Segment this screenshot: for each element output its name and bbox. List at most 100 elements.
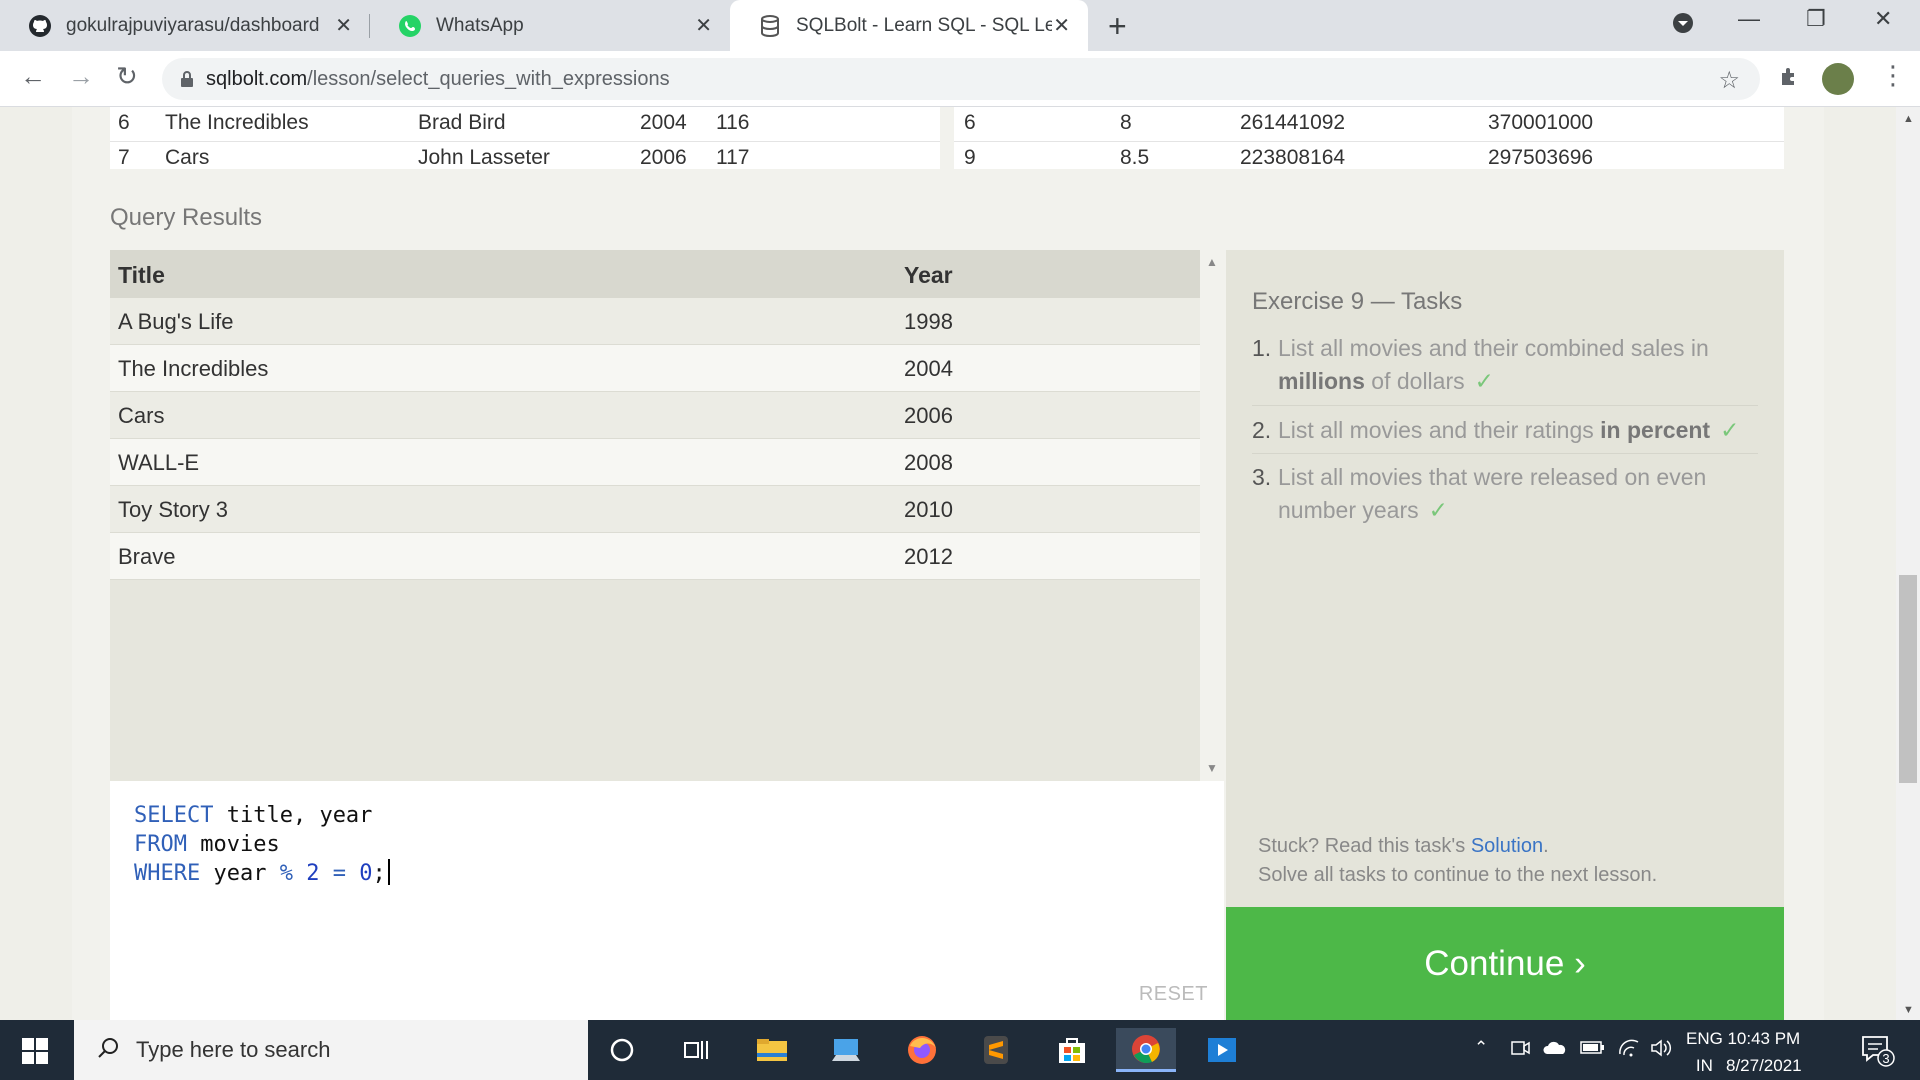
- new-tab-icon[interactable]: +: [1108, 8, 1127, 45]
- sql-code[interactable]: SELECT title, year FROM movies WHERE yea…: [134, 801, 390, 888]
- restore-icon[interactable]: ❐: [1806, 6, 1826, 32]
- tab-github[interactable]: gokulrajpuviyarasu/dashboard ✕: [0, 0, 370, 51]
- cell-title: The Incredibles: [118, 356, 269, 381]
- solution-link[interactable]: Solution: [1471, 835, 1543, 857]
- sql-editor[interactable]: SELECT title, year FROM movies WHERE yea…: [110, 781, 1224, 1020]
- cell-domestic-sales: 261441092: [1240, 111, 1346, 134]
- search-icon: [96, 1036, 120, 1065]
- stuck-text: Stuck? Read this task's: [1258, 835, 1471, 857]
- notification-count: 3: [1882, 1051, 1889, 1066]
- task-view-icon[interactable]: [666, 1028, 726, 1072]
- microsoft-store-icon[interactable]: [1042, 1028, 1102, 1072]
- taskbar-search[interactable]: Type here to search: [74, 1020, 588, 1080]
- cell-title: The Incredibles: [165, 111, 309, 134]
- cell-movie-id: 9: [964, 146, 976, 169]
- cell-year: 2012: [904, 544, 953, 569]
- cell-movie-id: 6: [964, 111, 976, 134]
- meet-now-icon[interactable]: [1510, 1038, 1530, 1063]
- sql-text: year: [200, 861, 280, 886]
- cell-international-sales: 297503696: [1488, 146, 1594, 169]
- back-icon[interactable]: ←: [20, 61, 46, 92]
- tasks-title: Exercise 9 — Tasks: [1252, 288, 1463, 315]
- table-row: 6 8 261441092 370001000: [954, 107, 1784, 141]
- table-row: Toy Story 3 2010: [110, 486, 1200, 533]
- scroll-down-icon[interactable]: ▼: [1903, 1004, 1914, 1016]
- stuck-text: .: [1543, 835, 1549, 857]
- task-number: 1.: [1252, 335, 1272, 361]
- address-bar[interactable]: sqlbolt.com/lesson/select_queries_with_e…: [162, 58, 1760, 100]
- check-icon: ✓: [1474, 368, 1494, 394]
- page-scrollbar[interactable]: ▲ ▼: [1896, 107, 1920, 1020]
- this-pc-icon[interactable]: [816, 1028, 876, 1072]
- scroll-up-icon[interactable]: ▲: [1903, 113, 1914, 125]
- profile-avatar[interactable]: [1822, 63, 1854, 95]
- extensions-icon[interactable]: [1778, 65, 1800, 92]
- bookmark-star-icon[interactable]: ☆: [1718, 66, 1740, 95]
- table-row: Cars 2006: [110, 392, 1200, 439]
- cell-title: A Bug's Life: [118, 309, 234, 334]
- query-results-label: Query Results: [110, 204, 263, 231]
- menu-kebab-icon[interactable]: ⋮: [1880, 60, 1906, 91]
- database-icon: [758, 14, 782, 38]
- results-scroll-up-icon[interactable]: ▲: [1206, 255, 1218, 269]
- tab-sqlbolt[interactable]: SQLBolt - Learn SQL - SQL Lesson ✕: [730, 0, 1088, 51]
- wifi-icon[interactable]: [1618, 1038, 1640, 1063]
- system-clock[interactable]: 10:43 PM 8/27/2021: [1726, 1025, 1802, 1079]
- task-text: List all movies and their ratings in per…: [1278, 414, 1754, 447]
- chrome-icon[interactable]: [1116, 1028, 1176, 1072]
- table-row: 9 8.5 223808164 297503696: [954, 141, 1784, 169]
- firefox-icon[interactable]: [892, 1028, 952, 1072]
- volume-icon[interactable]: [1650, 1038, 1672, 1063]
- task-text-part: List all movies and their ratings: [1278, 417, 1601, 443]
- reload-icon[interactable]: ↻: [116, 61, 138, 92]
- cell-year: 2006: [904, 403, 953, 428]
- tab-label: WhatsApp: [436, 14, 524, 36]
- solve-all-text: Solve all tasks to continue to the next …: [1258, 864, 1658, 886]
- table-row: Brave 2012: [110, 533, 1200, 580]
- notification-center-icon[interactable]: 3: [1860, 1034, 1896, 1073]
- minimize-icon[interactable]: —: [1738, 6, 1760, 32]
- battery-icon[interactable]: [1580, 1038, 1606, 1061]
- task-item: 1. List all movies and their combined sa…: [1252, 332, 1758, 406]
- close-tab-icon[interactable]: ✕: [1053, 13, 1070, 38]
- sql-keyword: FROM: [134, 832, 187, 857]
- sql-keyword: WHERE: [134, 861, 201, 886]
- table-row: A Bug's Life 1998: [110, 298, 1200, 345]
- tab-search-icon[interactable]: [1672, 12, 1694, 40]
- cortana-icon[interactable]: [592, 1028, 652, 1072]
- reset-button[interactable]: RESET: [1139, 983, 1208, 1006]
- forward-icon[interactable]: →: [68, 61, 94, 92]
- scrollbar-thumb[interactable]: [1899, 575, 1917, 783]
- cell-title: Cars: [165, 146, 210, 169]
- table-row: 6 The Incredibles Brad Bird 2004 116: [110, 107, 940, 141]
- close-tab-icon[interactable]: ✕: [695, 13, 712, 38]
- task-text-bold: millions: [1278, 368, 1365, 394]
- show-hidden-icons-icon[interactable]: ⌃: [1474, 1038, 1488, 1058]
- continue-button[interactable]: Continue ›: [1226, 907, 1784, 1020]
- close-tab-icon[interactable]: ✕: [335, 13, 352, 38]
- cell-year: 2008: [904, 450, 953, 475]
- sql-text: ;: [372, 861, 386, 886]
- table-row: The Incredibles 2004: [110, 345, 1200, 392]
- task-text-part: List all movies and their combined sales…: [1278, 335, 1709, 361]
- toolbar: ← → ↻ sqlbolt.com/lesson/select_queries_…: [0, 51, 1920, 107]
- window-close-icon[interactable]: ✕: [1874, 6, 1892, 32]
- input-language[interactable]: ENG IN: [1686, 1025, 1723, 1079]
- results-scroll-down-icon[interactable]: ▼: [1206, 761, 1218, 775]
- sql-keyword: SELECT: [134, 803, 214, 828]
- sublime-text-icon[interactable]: [966, 1028, 1026, 1072]
- sql-number: 2: [306, 861, 320, 886]
- cell-rating: 8: [1120, 111, 1132, 134]
- task-text-part: List all movies that were released on ev…: [1278, 464, 1707, 523]
- tab-label: gokulrajpuviyarasu/dashboard: [66, 14, 320, 36]
- onedrive-icon[interactable]: [1542, 1038, 1568, 1063]
- file-explorer-icon[interactable]: [742, 1028, 802, 1072]
- windows-taskbar: Type here to search ⌃ ENG IN 10:43 PM 8/…: [0, 1020, 1920, 1080]
- cell-length: 116: [716, 111, 750, 134]
- column-header-year: Year: [904, 262, 953, 288]
- windows-start-icon[interactable]: [22, 1038, 48, 1064]
- media-player-icon[interactable]: [1192, 1028, 1252, 1072]
- tab-whatsapp[interactable]: WhatsApp ✕: [370, 0, 730, 51]
